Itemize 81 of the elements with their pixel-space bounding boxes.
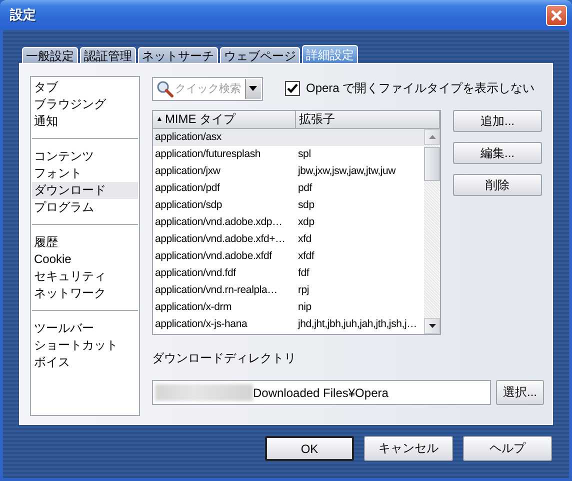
caret-icon	[428, 324, 436, 328]
table-cell-text: application/asx	[154, 130, 222, 145]
close-button[interactable]	[546, 4, 567, 26]
cancel-button[interactable]: キャンセル	[364, 436, 453, 461]
sidebar-item[interactable]: ネットワーク	[32, 285, 138, 302]
table-cell-text: application/vnd.adobe.xdp…	[154, 215, 284, 230]
table-row[interactable]: application/vnd.adobe.xdp… xdp	[153, 214, 424, 231]
table-cell-text: application/vnd.fdf	[154, 266, 237, 281]
sidebar-item[interactable]: ツールバー	[32, 320, 138, 337]
table-cell-text: fdf	[297, 266, 310, 281]
help-button[interactable]: ヘルプ	[463, 436, 552, 461]
header-label: MIME タイプ	[164, 111, 236, 128]
sidebar-item[interactable]: ブラウジング	[32, 96, 138, 113]
sidebar-item[interactable]: タブ	[32, 79, 138, 96]
choose-button[interactable]: 選択...	[496, 380, 544, 405]
caret-icon	[249, 86, 258, 91]
field-label: ダウンロードディレクトリ	[152, 350, 297, 367]
column-header[interactable]: 拡張子	[296, 111, 440, 129]
table-row[interactable]: application/vnd.adobe.xfd+… xfd	[153, 231, 424, 248]
table-cell-text: application/vnd.adobe.xfd+…	[154, 232, 286, 247]
sidebar-item[interactable]: ショートカット	[32, 337, 138, 354]
scrollbar[interactable]	[424, 129, 440, 334]
tab[interactable]: 認証管理	[80, 47, 136, 63]
edit-button[interactable]: 編集...	[453, 142, 542, 164]
sidebar-item[interactable]: コンテンツ	[32, 148, 138, 165]
table-row[interactable]: application/x-drm nip	[153, 299, 424, 316]
sidebar-item[interactable]: 通知	[32, 113, 138, 130]
scroll-down-button[interactable]	[424, 318, 440, 334]
sidebar-item[interactable]: Cookie	[32, 251, 138, 268]
search-input[interactable]: クイック検索	[174, 82, 245, 94]
table-row[interactable]: application/vnd.fdf fdf	[153, 265, 424, 282]
table-cell-text: application/vnd.adobe.xfdf	[154, 249, 273, 264]
dropdown-button[interactable]	[244, 78, 261, 98]
scroll-thumb[interactable]	[424, 147, 440, 181]
table-cell-text: xdp	[297, 215, 314, 230]
table-row[interactable]: application/vnd.adobe.xfdf xfdf	[153, 248, 424, 265]
sidebar-item[interactable]: 履歴	[32, 234, 138, 251]
sidebar-item[interactable]: セキュリティ	[32, 268, 138, 285]
scroll-up-button[interactable]	[424, 129, 440, 145]
table-cell-text: application/vnd.rn-realpla…	[154, 283, 278, 298]
table-cell-text: xfdf	[297, 249, 314, 264]
table-row[interactable]: application/jxw jbw,jxw,jsw,jaw,jtw,juw	[153, 163, 424, 180]
table-cell-text: application/sdp	[154, 198, 224, 213]
checkbox[interactable]	[285, 81, 300, 96]
table-row[interactable]: application/pdf pdf	[153, 180, 424, 197]
table-row[interactable]: application/asx	[153, 129, 424, 146]
sidebar-item[interactable]: フォント	[32, 165, 138, 182]
table-cell-text: jhd,jht,jbh,juh,jah,jth,jsh,j…	[296, 317, 417, 332]
table-cell-text: sdp	[297, 198, 314, 213]
sidebar-item[interactable]: ダウンロード	[32, 182, 138, 199]
table-cell-text: nip	[297, 300, 312, 315]
table-cell-text: xfd	[297, 232, 312, 247]
table-cell-text: spl	[297, 147, 311, 162]
tab[interactable]: ネットサーチ	[138, 47, 218, 63]
table-row[interactable]: application/futuresplash spl	[153, 146, 424, 163]
path-input[interactable]: Downloaded Files¥Opera	[253, 386, 490, 400]
table-row[interactable]: application/sdp sdp	[153, 197, 424, 214]
table-cell-text: pdf	[297, 181, 312, 196]
tab[interactable]: ウェブページ	[220, 47, 300, 63]
table-row[interactable]: application/x-js-hana jhd,jht,jbh,juh,jah,jth,jsh,j…	[153, 316, 424, 333]
table-cell-text: application/x-drm	[154, 300, 233, 315]
search-icon	[156, 80, 174, 98]
window-title: 設定	[10, 6, 36, 24]
caret-icon	[428, 135, 436, 139]
tab[interactable]: 一般設定	[22, 47, 78, 63]
sidebar-item[interactable]: プログラム	[32, 199, 138, 216]
table-cell-text: application/futuresplash	[154, 147, 262, 162]
table-cell-text: application/x-js-hana	[154, 317, 248, 332]
ok-button[interactable]: OK	[265, 436, 354, 461]
table-cell-text: application/jxw	[154, 164, 222, 179]
close-icon	[550, 8, 563, 22]
table-cell-text: application/pdf	[154, 181, 221, 196]
add-button[interactable]: 追加...	[453, 110, 542, 132]
path-field[interactable]: Downloaded Files¥Opera	[152, 380, 491, 405]
table-cell-text: jbw,jxw,jsw,jaw,jtw,juw	[296, 164, 396, 179]
table-row[interactable]: application/vnd.rn-realpla… rpj	[153, 282, 424, 299]
checkbox-label: Opera で開くファイルタイプを表示しない	[306, 80, 535, 97]
sidebar-item[interactable]: ボイス	[32, 354, 138, 371]
table-cell-text: rpj	[297, 283, 310, 298]
search-field[interactable]: クイック検索	[152, 76, 263, 100]
delete-button[interactable]: 削除	[453, 174, 542, 196]
